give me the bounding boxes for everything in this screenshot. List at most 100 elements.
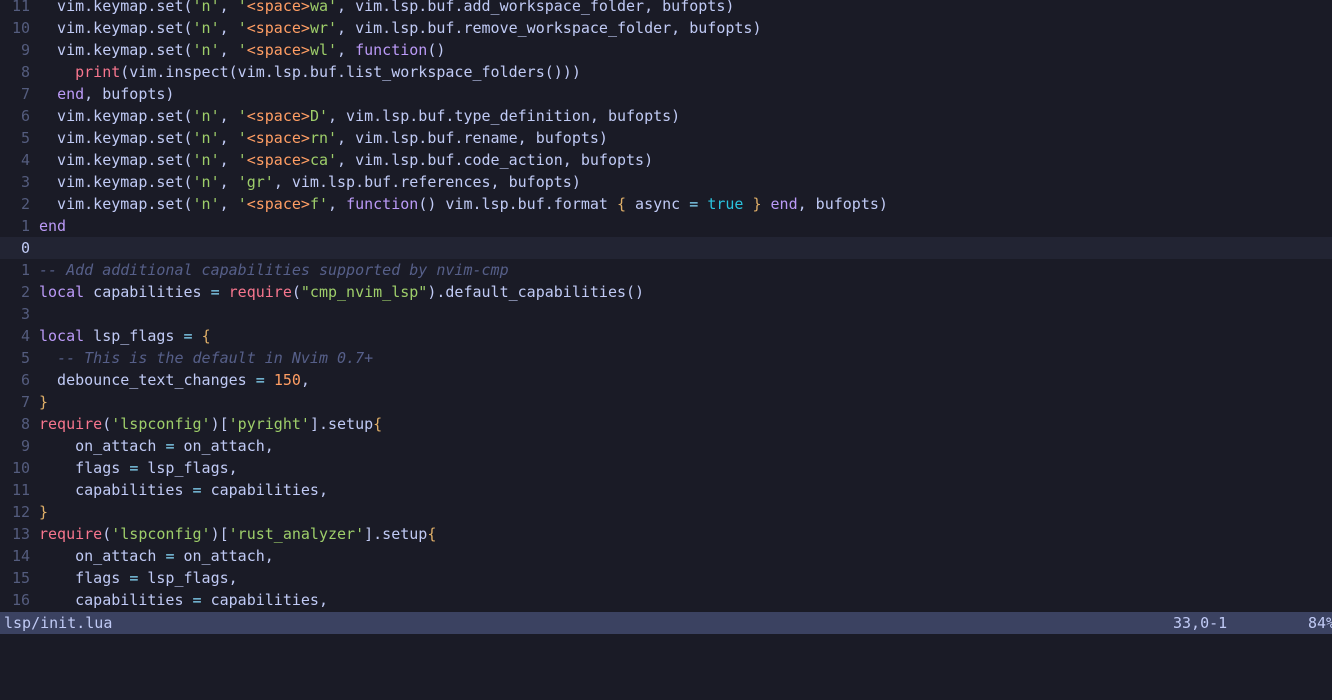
code-text: -- Add additional capabilities supported… (39, 259, 509, 281)
code-token: lsp_flags, (138, 459, 238, 477)
code-line[interactable]: 7} (0, 391, 1332, 413)
code-token: )[ (210, 415, 229, 433)
line-number: 6 (20, 107, 30, 125)
code-token: lsp_flags (84, 327, 184, 345)
code-line[interactable]: 5 vim.keymap.set('n', '<space>rn', vim.l… (0, 127, 1332, 149)
code-token: 'n' (192, 151, 220, 169)
code-line[interactable]: 10 vim.keymap.set('n', '<space>wr', vim.… (0, 17, 1332, 39)
code-token: debounce_text_changes (39, 371, 256, 389)
code-token: } (39, 503, 49, 521)
code-text: print(vim.inspect(vim.lsp.buf.list_works… (39, 61, 581, 83)
code-token: "cmp_nvim_lsp" (300, 283, 428, 301)
code-token: f' (309, 195, 328, 213)
code-token: capabilities, (201, 481, 328, 499)
code-token: , (219, 173, 238, 191)
code-line[interactable]: 13 require('lspconfig')['rust_analyzer'].… (0, 523, 1332, 545)
code-line[interactable]: 5 -- This is the default in Nvim 0.7+ (0, 347, 1332, 369)
code-token: , (219, 195, 238, 213)
code-line[interactable]: 8 print(vim.inspect(vim.lsp.buf.list_wor… (0, 61, 1332, 83)
statusline-filename: lsp/init.lua (4, 614, 113, 632)
code-line[interactable]: 10 flags = lsp_flags, (0, 457, 1332, 479)
code-token: 'n' (192, 173, 220, 191)
code-text: vim.keymap.set('n', '<space>f', function… (39, 193, 888, 215)
code-line[interactable]: 1 end (0, 215, 1332, 237)
code-text: require('lspconfig')['pyright'].setup{ (39, 413, 382, 435)
code-token: async (626, 195, 690, 213)
code-line[interactable]: 1 -- Add additional capabilities supporte… (0, 259, 1332, 281)
code-token: function (355, 41, 428, 59)
code-token: on_attach (39, 547, 166, 565)
code-line[interactable]: 11 vim.keymap.set('n', '<space>wa', vim.… (0, 0, 1332, 17)
code-token: { (373, 415, 383, 433)
code-token: , (219, 151, 238, 169)
code-line[interactable]: 6 vim.keymap.set('n', '<space>D', vim.ls… (0, 105, 1332, 127)
code-token: , vim.lsp.buf.add_workspace_folder, bufo… (337, 0, 735, 15)
code-line[interactable]: 2 vim.keymap.set('n', '<space>f', functi… (0, 193, 1332, 215)
code-token: require (39, 415, 103, 433)
code-text: capabilities = capabilities, (39, 589, 328, 611)
current-code-line[interactable]: 0 (0, 237, 1332, 259)
line-number: 0 (20, 239, 30, 257)
code-token: capabilities (84, 283, 211, 301)
code-token: <space> (246, 129, 310, 147)
code-line[interactable]: 16 capabilities = capabilities, (0, 589, 1332, 611)
code-line[interactable]: 9 on_attach = on_attach, (0, 435, 1332, 457)
code-token: () (427, 41, 446, 59)
code-token: ' (237, 0, 247, 15)
code-token: , (219, 41, 238, 59)
code-text: flags = lsp_flags, (39, 567, 238, 589)
code-line[interactable]: 9 vim.keymap.set('n', '<space>wl', funct… (0, 39, 1332, 61)
line-number: 14 (11, 547, 30, 565)
code-token: = (192, 591, 202, 609)
code-token: , (300, 371, 310, 389)
code-line[interactable]: 15 flags = lsp_flags, (0, 567, 1332, 589)
code-token: ).default_capabilities() (427, 283, 645, 301)
code-line[interactable]: 2 local capabilities = require("cmp_nvim_… (0, 281, 1332, 303)
code-line[interactable]: 3 vim.keymap.set('n', 'gr', vim.lsp.buf.… (0, 171, 1332, 193)
code-token: = (210, 283, 220, 301)
code-token: 'n' (192, 41, 220, 59)
code-token: flags (39, 569, 130, 587)
code-text: vim.keymap.set('n', '<space>wl', functio… (39, 39, 445, 61)
code-line[interactable]: 6 debounce_text_changes = 150, (0, 369, 1332, 391)
code-token: , (328, 195, 347, 213)
code-token: vim.keymap.set( (39, 129, 193, 147)
command-line[interactable] (0, 634, 1332, 655)
code-token: wr' (309, 19, 338, 37)
code-token: vim.keymap.set( (39, 0, 193, 15)
line-number: 4 (20, 327, 30, 345)
code-token: , bufopts) (84, 85, 175, 103)
code-text: on_attach = on_attach, (39, 545, 274, 567)
code-token: ' (237, 41, 247, 59)
statusline: lsp/init.lua 33,0-1 84% (0, 612, 1332, 634)
code-line[interactable]: 3 (0, 303, 1332, 325)
code-line[interactable]: 4 local lsp_flags = { (0, 325, 1332, 347)
code-token: 'lspconfig' (111, 415, 211, 433)
code-text: -- This is the default in Nvim 0.7+ (39, 347, 373, 369)
code-line[interactable]: 14 on_attach = on_attach, (0, 545, 1332, 567)
code-text: flags = lsp_flags, (39, 457, 238, 479)
code-line[interactable]: 4 vim.keymap.set('n', '<space>ca', vim.l… (0, 149, 1332, 171)
code-line[interactable]: 12} (0, 501, 1332, 523)
code-line[interactable]: 11 capabilities = capabilities, (0, 479, 1332, 501)
code-token: lsp_flags, (138, 569, 238, 587)
code-token: ca' (309, 151, 338, 169)
code-line[interactable]: 7 end, bufopts) (0, 83, 1332, 105)
editor-buffer[interactable]: 11 vim.keymap.set('n', '<space>wa', vim.… (0, 0, 1332, 612)
code-token: require (39, 525, 103, 543)
code-text: debounce_text_changes = 150, (39, 369, 310, 391)
code-token: ].setup (364, 525, 428, 543)
code-token: 'lspconfig' (111, 525, 211, 543)
code-token: <space> (246, 107, 310, 125)
code-token: , (219, 19, 238, 37)
code-token: = (689, 195, 699, 213)
code-token: 'pyright' (228, 415, 310, 433)
code-token: ].setup (309, 415, 374, 433)
code-line[interactable]: 8 require('lspconfig')['pyright'].setup{ (0, 413, 1332, 435)
line-number: 6 (20, 371, 30, 389)
code-text: local lsp_flags = { (39, 325, 211, 347)
